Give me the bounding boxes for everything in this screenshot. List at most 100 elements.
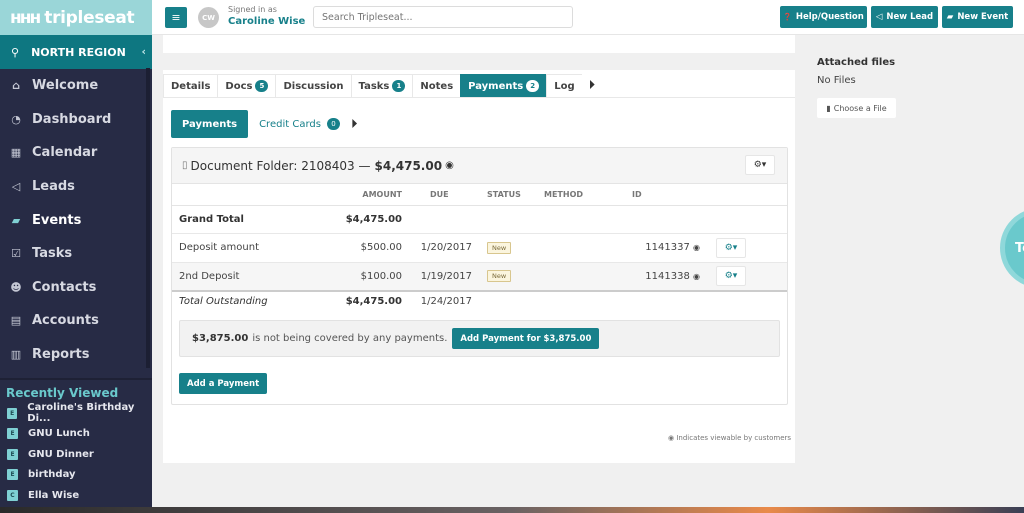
calendar-icon: ▦	[10, 146, 22, 160]
recent-item[interactable]: E GNU Dinner	[0, 444, 152, 465]
sidebar-item-tasks[interactable]: ☑ Tasks	[0, 237, 152, 271]
status-badge: New	[487, 241, 512, 254]
eye-icon: ◉	[445, 160, 454, 171]
region-selector[interactable]: ⚲ NORTH REGION ‹	[0, 35, 152, 69]
column-header-method: METHOD	[544, 184, 624, 206]
subtab-credit-cards[interactable]: Credit Cards 0	[248, 110, 351, 138]
column-header-id: ID	[624, 184, 704, 206]
play-video-icon[interactable]: ⏵	[351, 117, 358, 132]
dashboard-icon: ◔	[11, 112, 21, 126]
pdf-file-icon: ▯	[182, 160, 188, 171]
sidebar-item-accounts[interactable]: ▤ Accounts	[0, 304, 152, 338]
sidebar-item-events[interactable]: ▰ Events	[0, 203, 152, 237]
recent-item[interactable]: C Ella Wise	[0, 485, 152, 506]
table-row[interactable]: Deposit amount $500.00 1/20/2017 New 114…	[172, 233, 787, 263]
bar-chart-icon: ▥	[10, 348, 22, 362]
sidebar-item-label: Calendar	[32, 145, 98, 161]
tab-tasks[interactable]: Tasks 1	[350, 74, 414, 97]
count-badge: 1	[392, 80, 406, 92]
tab-payments[interactable]: Payments 2	[460, 74, 548, 97]
viewable-footnote: ◉ Indicates viewable by customers	[668, 434, 791, 442]
folder-amount: $4,475.00	[374, 158, 443, 173]
column-header-actions	[704, 184, 787, 206]
users-icon: ☻	[10, 280, 22, 294]
column-header-status: STATUS	[472, 184, 544, 206]
recent-item[interactable]: E GNU Lunch	[0, 424, 152, 445]
menu-toggle-button[interactable]: ≡	[165, 7, 187, 28]
sidebar-nav: ⌂ Welcome ◔ Dashboard ▦ Calendar ◁ Leads ▰ Ev…	[0, 69, 152, 371]
tab-log[interactable]: Log	[546, 74, 582, 97]
sidebar-item-welcome[interactable]: ⌂ Welcome	[0, 69, 152, 103]
help-bubble-label: To	[1015, 240, 1024, 256]
sidebar-item-label: Welcome	[32, 78, 99, 94]
top-bar: ≡ CW Signed in as Caroline Wise ❓Help/Qu…	[152, 0, 1024, 35]
row-settings-button[interactable]: ⚙▾	[716, 266, 746, 286]
sidebar-item-calendar[interactable]: ▦ Calendar	[0, 136, 152, 170]
status-badge: New	[487, 270, 512, 282]
logo[interactable]: ннн tripleseat	[0, 0, 152, 35]
sidebar-item-label: Dashboard	[32, 111, 112, 127]
tab-details[interactable]: Details	[163, 74, 219, 97]
uncovered-amount: $3,875.00	[192, 333, 249, 344]
sidebar-item-label: Accounts	[32, 313, 99, 329]
tab-discussion[interactable]: Discussion	[275, 74, 352, 97]
tab-notes[interactable]: Notes	[412, 74, 462, 97]
payment-label: Deposit amount	[172, 233, 327, 263]
book-icon: ▰	[946, 12, 954, 22]
event-badge-icon: E	[7, 407, 18, 419]
sidebar-item-leads[interactable]: ◁ Leads	[0, 170, 152, 204]
total-outstanding-label: Total Outstanding	[172, 289, 327, 311]
sidebar-item-dashboard[interactable]: ◔ Dashboard	[0, 103, 152, 137]
add-payment-button[interactable]: Add a Payment	[179, 373, 268, 394]
payment-id: 1141337	[645, 242, 690, 254]
tab-label: Details	[171, 80, 211, 92]
collapse-chevron-icon[interactable]: ‹	[141, 45, 146, 58]
sidebar-item-label: Leads	[32, 179, 75, 195]
logo-text: tripleseat	[44, 7, 135, 28]
row-settings-button[interactable]: ⚙▾	[716, 237, 746, 258]
subtab-payments[interactable]: Payments	[171, 110, 249, 138]
add-payment-for-amount-button[interactable]: Add Payment for $3,875.00	[452, 328, 600, 349]
choose-file-button[interactable]: ▮ Choose a File	[817, 98, 896, 118]
bullhorn-icon: ◁	[875, 12, 883, 22]
payment-method	[544, 262, 624, 291]
tab-label: Docs	[225, 80, 253, 92]
subtab-label: Credit Cards	[259, 118, 321, 130]
avatar[interactable]: CW	[198, 7, 219, 28]
eye-icon: ◉	[668, 434, 675, 442]
user-name-link[interactable]: Caroline Wise	[228, 15, 305, 28]
attachments-title: Attached files	[817, 57, 896, 68]
search-input[interactable]	[313, 6, 573, 28]
help-bubble[interactable]: To	[1000, 208, 1024, 288]
count-badge: 2	[526, 80, 540, 92]
sidebar-item-reports[interactable]: ▥ Reports	[0, 338, 152, 372]
grand-total-row: Grand Total $4,475.00	[172, 205, 787, 234]
desktop-dock-edge	[0, 507, 1024, 513]
play-video-icon[interactable]: ⏵	[589, 74, 596, 97]
uncovered-notice: $3,875.00 is not being covered by any pa…	[179, 320, 780, 357]
column-header	[172, 184, 327, 206]
new-lead-button[interactable]: ◁ New Lead	[871, 6, 938, 28]
tab-label: Log	[554, 80, 575, 92]
recent-item[interactable]: E Caroline's Birthday Di...	[0, 402, 152, 424]
tab-label: Notes	[420, 80, 454, 92]
event-badge-icon: E	[7, 428, 18, 440]
tab-docs[interactable]: Docs 5	[217, 74, 277, 97]
payment-due: 1/20/2017	[402, 233, 472, 263]
recent-item[interactable]: Ebirthday	[0, 465, 152, 486]
new-event-button[interactable]: ▰ New Event	[942, 6, 1013, 28]
sidebar-scrollbar[interactable]	[146, 68, 150, 368]
sidebar-item-label: Reports	[32, 347, 90, 363]
table-row[interactable]: 2nd Deposit $100.00 1/19/2017 New 114133…	[172, 262, 787, 291]
sidebar-item-label: Events	[32, 212, 82, 228]
contact-badge-icon: C	[7, 489, 18, 501]
button-label: Help/Question	[795, 12, 864, 22]
sidebar-item-contacts[interactable]: ☻ Contacts	[0, 271, 152, 305]
home-icon: ⌂	[12, 79, 20, 93]
signed-in-label: Signed in as	[228, 5, 277, 14]
recent-item-label: birthday	[28, 469, 76, 481]
total-outstanding-amount: $4,475.00	[327, 289, 402, 311]
total-outstanding-due: 1/24/2017	[402, 289, 472, 311]
help-question-button[interactable]: ❓ Help/Question	[780, 6, 867, 28]
folder-settings-button[interactable]: ⚙▾	[745, 155, 775, 175]
